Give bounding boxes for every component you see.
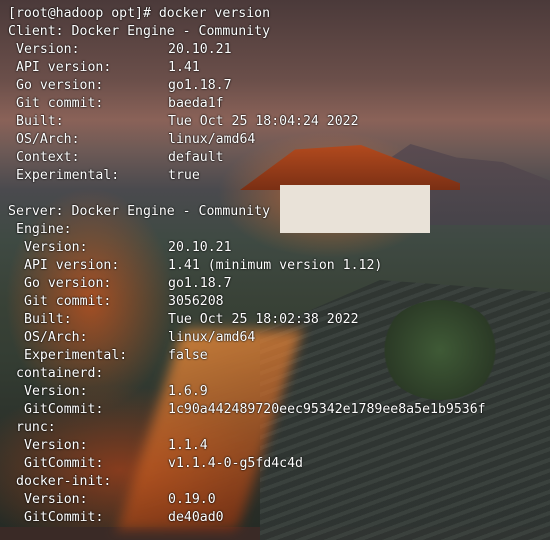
client-row-os-arch: OS/Arch: linux/amd64 xyxy=(8,131,255,149)
docker-init-row-gitcommit: GitCommit: de40ad0 xyxy=(8,509,224,527)
runc-row-version: Version: 1.1.4 xyxy=(8,437,208,455)
terminal-output[interactable]: [root@hadoop opt]# docker version Client… xyxy=(0,0,550,527)
engine-value: 1.41 (minimum version 1.12) xyxy=(168,258,383,273)
runc-key: Version: xyxy=(24,438,88,453)
client-value: 20.10.21 xyxy=(168,42,232,57)
client-value: default xyxy=(168,150,224,165)
server-header: Server: Docker Engine - Community xyxy=(8,204,271,219)
client-key: API version: xyxy=(16,60,112,75)
docker-init-label: docker-init: xyxy=(16,474,112,489)
client-row-version: Version: 20.10.21 xyxy=(8,41,232,59)
engine-key: API version: xyxy=(24,258,120,273)
engine-value: go1.18.7 xyxy=(168,276,232,291)
engine-row-built: Built: Tue Oct 25 18:02:38 2022 xyxy=(8,311,359,329)
client-row-experimental: Experimental: true xyxy=(8,167,200,185)
engine-row-git-commit: Git commit: 3056208 xyxy=(8,293,224,311)
engine-key: Go version: xyxy=(24,276,112,291)
containerd-value: 1c90a442489720eec95342e1789ee8a5e1b9536f xyxy=(168,402,486,417)
engine-value: 3056208 xyxy=(168,294,224,309)
engine-row-os-arch: OS/Arch: linux/amd64 xyxy=(8,329,255,347)
docker-init-value: 0.19.0 xyxy=(168,492,216,507)
client-key: Experimental: xyxy=(16,168,120,183)
engine-value: false xyxy=(168,348,208,363)
containerd-row-version: Version: 1.6.9 xyxy=(8,383,208,401)
engine-label: Engine: xyxy=(16,222,72,237)
client-row-context: Context: default xyxy=(8,149,224,167)
engine-value: 20.10.21 xyxy=(168,240,232,255)
client-key: Context: xyxy=(16,150,80,165)
engine-value: linux/amd64 xyxy=(168,330,256,345)
containerd-key: GitCommit: xyxy=(24,402,104,417)
containerd-key: Version: xyxy=(24,384,88,399)
client-value: Tue Oct 25 18:04:24 2022 xyxy=(168,114,359,129)
client-value: linux/amd64 xyxy=(168,132,256,147)
engine-value: Tue Oct 25 18:02:38 2022 xyxy=(168,312,359,327)
runc-value: 1.1.4 xyxy=(168,438,208,453)
shell-prompt: [root@hadoop opt]# xyxy=(8,6,159,21)
engine-key: Git commit: xyxy=(24,294,112,309)
client-key: Built: xyxy=(16,114,64,129)
client-value: true xyxy=(168,168,200,183)
engine-row-go-version: Go version: go1.18.7 xyxy=(8,275,232,293)
docker-init-row-version: Version: 0.19.0 xyxy=(8,491,216,509)
runc-row-gitcommit: GitCommit: v1.1.4-0-g5fd4c4d xyxy=(8,455,303,473)
containerd-label: containerd: xyxy=(16,366,104,381)
containerd-row-gitcommit: GitCommit: 1c90a442489720eec95342e1789ee8… xyxy=(8,401,486,419)
docker-init-key: Version: xyxy=(24,492,88,507)
client-key: OS/Arch: xyxy=(16,132,80,147)
docker-init-key: GitCommit: xyxy=(24,510,104,525)
client-header: Client: Docker Engine - Community xyxy=(8,24,271,39)
engine-row-version: Version: 20.10.21 xyxy=(8,239,232,257)
engine-key: Experimental: xyxy=(24,348,128,363)
client-value: 1.41 xyxy=(168,60,200,75)
docker-init-value: de40ad0 xyxy=(168,510,224,525)
runc-key: GitCommit: xyxy=(24,456,104,471)
engine-key: OS/Arch: xyxy=(24,330,88,345)
client-row-api-version: API version: 1.41 xyxy=(8,59,200,77)
client-value: go1.18.7 xyxy=(168,78,232,93)
engine-row-api-version: API version: 1.41 (minimum version 1.12) xyxy=(8,257,382,275)
engine-key: Built: xyxy=(24,312,72,327)
client-row-git-commit: Git commit: baeda1f xyxy=(8,95,224,113)
runc-label: runc: xyxy=(16,420,56,435)
command-line[interactable]: [root@hadoop opt]# docker version xyxy=(8,5,270,23)
client-row-go-version: Go version: go1.18.7 xyxy=(8,77,232,95)
containerd-value: 1.6.9 xyxy=(168,384,208,399)
engine-row-experimental: Experimental: false xyxy=(8,347,208,365)
client-key: Version: xyxy=(16,42,80,57)
client-key: Git commit: xyxy=(16,96,104,111)
engine-key: Version: xyxy=(24,240,88,255)
client-row-built: Built: Tue Oct 25 18:04:24 2022 xyxy=(8,113,359,131)
client-key: Go version: xyxy=(16,78,104,93)
client-value: baeda1f xyxy=(168,96,224,111)
command-text: docker version xyxy=(158,6,271,21)
runc-value: v1.1.4-0-g5fd4c4d xyxy=(168,456,303,471)
